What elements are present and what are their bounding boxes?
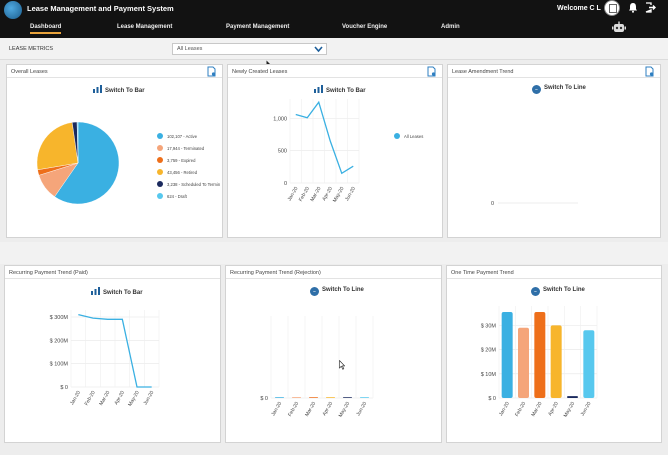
x-tick-label: Feb-20 bbox=[84, 390, 97, 407]
x-tick-label: Mar-20 bbox=[304, 401, 317, 418]
nav-lease-management[interactable]: Lease Management bbox=[117, 24, 172, 30]
nav-voucher-engine[interactable]: Voucher Engine bbox=[342, 24, 387, 30]
one-time-payment-panel: One Time Payment Trend ~ Switch To Line $… bbox=[446, 265, 662, 443]
pie-slice bbox=[36, 122, 79, 171]
logout-icon[interactable] bbox=[645, 2, 657, 13]
recurring-rejection-panel: Recurring Payment Trend (Rejection) ~ Swi… bbox=[225, 265, 442, 443]
lease-filter-select[interactable]: All Leases bbox=[172, 43, 327, 55]
section-divider bbox=[0, 242, 668, 264]
recurring-rejection-bar-chart: $ 0Jan-20 Feb-20 Mar-20 Apr-20 May-20 Jun-20 bbox=[260, 316, 374, 419]
panel-header: Overall Leases bbox=[7, 65, 222, 78]
bar bbox=[583, 330, 595, 398]
y-tick-label: 0 bbox=[284, 181, 287, 187]
amendment-chart: 0 bbox=[491, 201, 578, 207]
y-tick-label: $ 0 bbox=[488, 396, 496, 402]
app-logo bbox=[4, 1, 22, 19]
bar bbox=[343, 397, 352, 398]
y-tick-label: $ 10M bbox=[481, 372, 497, 378]
x-tick-label: Jan-20 bbox=[498, 401, 511, 417]
recurring-paid-line-chart: $ 0 $ 100M $ 200M $ 300M Jan-20 Feb-20 Mar-20 A… bbox=[50, 310, 160, 408]
y-tick-label: $ 0 bbox=[60, 385, 68, 391]
x-tick-label: May-20 bbox=[563, 401, 577, 419]
x-tick-label: Mar-20 bbox=[530, 401, 543, 418]
x-tick-label: Jun-20 bbox=[580, 401, 593, 417]
bar bbox=[501, 312, 513, 398]
bar bbox=[275, 397, 284, 398]
y-tick-label: $ 30M bbox=[481, 323, 497, 329]
x-tick-label: Mar-20 bbox=[309, 186, 322, 203]
x-tick-label: May-20 bbox=[332, 186, 346, 204]
bar bbox=[550, 325, 562, 398]
x-tick-label: Mar-20 bbox=[98, 390, 111, 407]
mouse-cursor-icon bbox=[339, 360, 345, 370]
switch-to-bar-button[interactable]: Switch To Bar bbox=[93, 85, 145, 94]
overall-leases-pie-chart bbox=[36, 121, 120, 205]
x-tick-label: Jun-20 bbox=[143, 390, 156, 406]
nav-dashboard[interactable]: Dashboard bbox=[30, 24, 62, 34]
x-tick-label: Jan-20 bbox=[270, 401, 283, 417]
bar bbox=[360, 397, 369, 398]
x-tick-label: Apr-20 bbox=[322, 401, 335, 417]
bar bbox=[567, 396, 578, 398]
x-tick-label: May-20 bbox=[127, 390, 141, 408]
app-title: Lease Management and Payment System bbox=[27, 4, 174, 13]
one-time-payment-bar-chart: $ 0 $ 10M $ 20M $ 30M Jan-20 Feb-20 Mar-20 Apr-… bbox=[481, 306, 598, 419]
x-tick-label: Apr-20 bbox=[113, 390, 126, 406]
y-tick-label: 500 bbox=[278, 149, 287, 155]
newly-created-line-chart: 05001,000Jan-20Feb-20Mar-20Apr-20May-20J… bbox=[273, 99, 360, 204]
nav-admin[interactable]: Admin bbox=[441, 24, 460, 30]
x-tick-label: Jun-20 bbox=[355, 401, 368, 417]
lease-amendment-panel: Lease Amendment Trend ~ Switch To Line 0 bbox=[447, 64, 661, 238]
y-tick-label: 0 bbox=[491, 201, 494, 207]
y-tick-label: $ 100M bbox=[50, 362, 69, 368]
y-tick-label: $ 0 bbox=[260, 396, 268, 402]
chevron-down-icon bbox=[314, 46, 323, 53]
overall-leases-panel: Overall Leases Switch To Bar 102,107 - A… bbox=[6, 64, 223, 238]
y-tick-label: $ 200M bbox=[50, 338, 69, 344]
x-tick-label: Feb-20 bbox=[287, 401, 300, 418]
nav-payment-management[interactable]: Payment Management bbox=[226, 24, 289, 30]
bell-icon[interactable] bbox=[628, 2, 638, 13]
x-tick-label: Feb-20 bbox=[514, 401, 527, 418]
y-tick-label: $ 300M bbox=[50, 315, 69, 321]
export-file-icon[interactable] bbox=[207, 66, 216, 77]
welcome-text: Welcome C L bbox=[557, 5, 601, 12]
lease-metrics-bar: LEASE METRICS All Leases bbox=[0, 38, 668, 60]
lease-filter-value: All Leases bbox=[177, 46, 203, 52]
x-tick-label: May-20 bbox=[338, 401, 352, 419]
avatar[interactable] bbox=[604, 0, 620, 16]
x-tick-label: Apr-20 bbox=[547, 401, 560, 417]
newly-created-leases-panel: Newly Created Leases Switch To Bar 0 500 1… bbox=[227, 64, 443, 238]
bar-chart-icon bbox=[93, 85, 102, 93]
y-tick-label: 1,000 bbox=[273, 116, 287, 122]
top-nav-bar: Lease Management and Payment System Dash… bbox=[0, 0, 668, 38]
lease-metrics-label: LEASE METRICS bbox=[9, 46, 54, 52]
x-tick-label: Jun-20 bbox=[344, 186, 357, 202]
x-tick-label: Jan-20 bbox=[69, 390, 82, 406]
panel-title: Overall Leases bbox=[11, 69, 48, 75]
bar bbox=[534, 312, 546, 398]
bar bbox=[518, 327, 529, 398]
y-tick-label: $ 20M bbox=[481, 348, 497, 354]
recurring-paid-panel: Recurring Payment Trend (Paid) Switch To… bbox=[4, 265, 221, 443]
bar bbox=[309, 397, 318, 398]
bar bbox=[292, 397, 301, 398]
chatbot-icon[interactable] bbox=[612, 21, 626, 33]
bar bbox=[326, 397, 335, 398]
